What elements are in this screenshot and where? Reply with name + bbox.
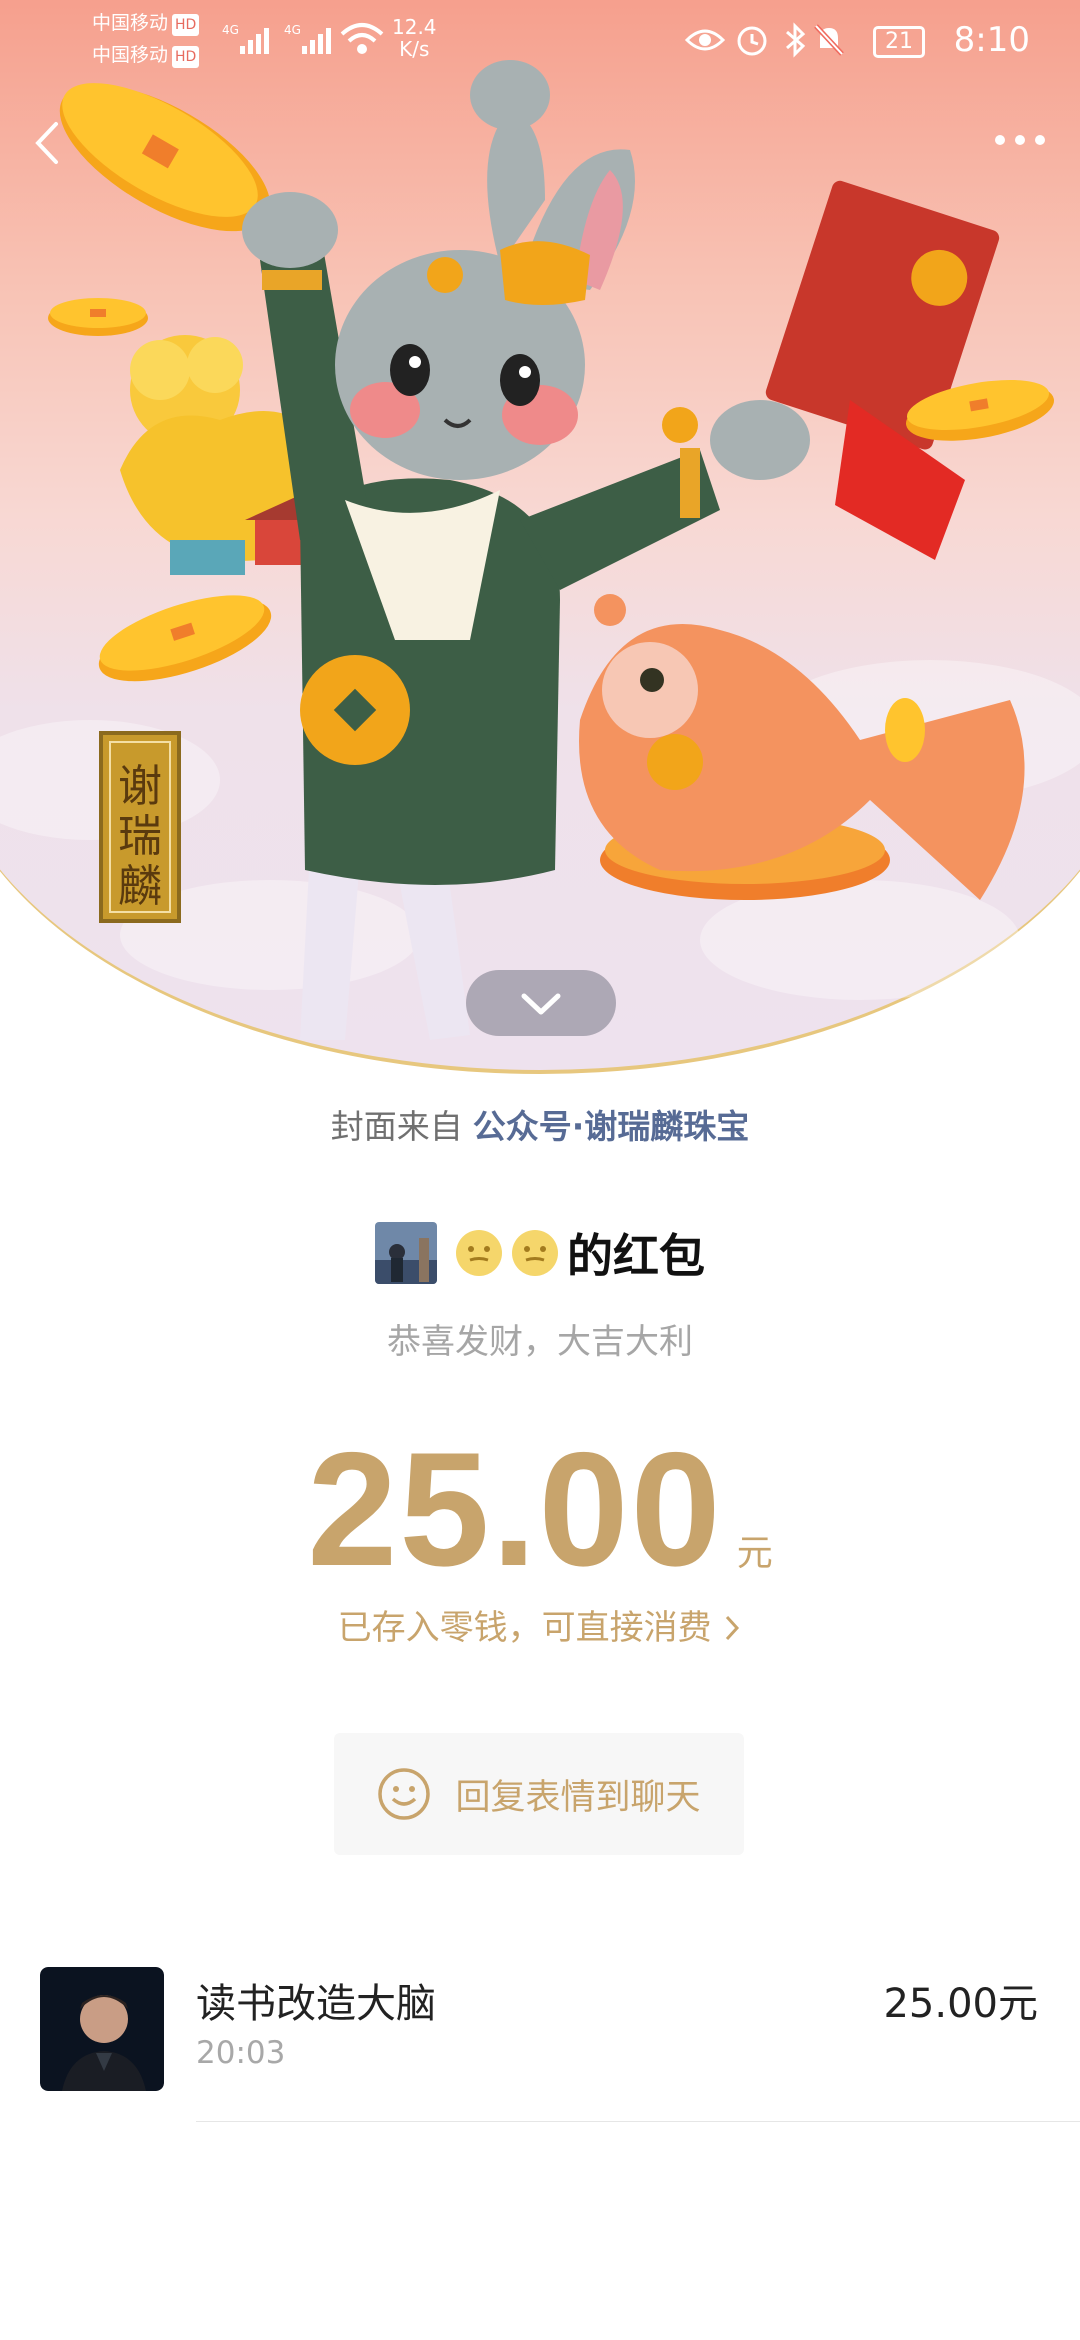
sender-row: 的红包 xyxy=(0,1218,1080,1288)
clock: 8:10 xyxy=(953,20,1030,60)
emoji-face-icon xyxy=(456,1230,502,1276)
svg-text:4G: 4G xyxy=(284,23,301,37)
carrier-label: 中国移动 HD xyxy=(92,44,200,68)
receiver-avatar xyxy=(40,1967,164,2091)
alarm-icon xyxy=(737,26,767,56)
divider xyxy=(196,2121,1080,2122)
reply-emoji-button[interactable]: 回复表情到聊天 xyxy=(334,1733,744,1855)
red-envelope-decoration xyxy=(765,180,1000,560)
more-options-button[interactable] xyxy=(990,128,1050,152)
battery-indicator: 21 xyxy=(873,26,925,58)
receiver-name: 读书改造大脑 xyxy=(196,1981,436,2027)
reply-label: 回复表情到聊天 xyxy=(455,1777,701,1818)
gold-coin xyxy=(48,298,148,336)
sender-avatar xyxy=(375,1222,437,1284)
chevron-right-icon xyxy=(726,1615,740,1641)
status-bar: 中国移动 HD 中国移动 HD 4G 4G 12.4 K/s 21 8:10 xyxy=(0,0,1080,80)
cover-illustration xyxy=(48,60,1054,1040)
amount-unit: 元 xyxy=(736,1533,773,1574)
cover-source-account-link[interactable]: 公众号·谢瑞麟珠宝 xyxy=(473,1107,750,1146)
bluetooth-icon xyxy=(786,22,806,58)
sender-title: 的红包 xyxy=(567,1229,705,1283)
smiley-icon xyxy=(378,1768,431,1820)
emoji-face-icon xyxy=(512,1230,558,1276)
gold-coin xyxy=(98,595,272,682)
cover-source-prefix: 封面来自 xyxy=(330,1107,463,1146)
receive-record-row[interactable]: 读书改造大脑 20:03 25.00元 xyxy=(0,1965,1080,2125)
amount-value: 25.00 xyxy=(307,1419,723,1600)
koi-fish xyxy=(579,594,1025,900)
chevron-down-icon xyxy=(521,993,561,1015)
wifi-icon xyxy=(340,23,384,54)
back-button[interactable] xyxy=(28,118,68,168)
receive-time: 20:03 xyxy=(196,2035,286,2071)
deposit-text: 已存入零钱，可直接消费 xyxy=(337,1608,712,1648)
deposit-link[interactable]: 已存入零钱，可直接消费 xyxy=(0,1600,1080,1649)
network-speed: 12.4 K/s xyxy=(392,15,437,61)
eye-icon xyxy=(685,29,725,51)
brand-seal-text: 谢瑞麟 xyxy=(118,761,162,912)
svg-text:4G: 4G xyxy=(222,23,239,37)
expand-cover-button[interactable] xyxy=(466,970,616,1036)
cover-source: 封面来自 公众号·谢瑞麟珠宝 xyxy=(0,1100,1080,1148)
red-packet-cover: 谢瑞麟 中国移动 HD 中国移动 HD 4G 4G 12.4 K/s 21 8:… xyxy=(0,0,1080,1075)
mute-bell-icon xyxy=(814,24,844,56)
amount-display: 25.00 元 xyxy=(0,1420,1080,1600)
greeting-message: 恭喜发财，大吉大利 xyxy=(387,1322,693,1362)
carrier-label: 中国移动 HD xyxy=(92,12,200,36)
receive-amount: 25.00元 xyxy=(883,1981,1038,2027)
